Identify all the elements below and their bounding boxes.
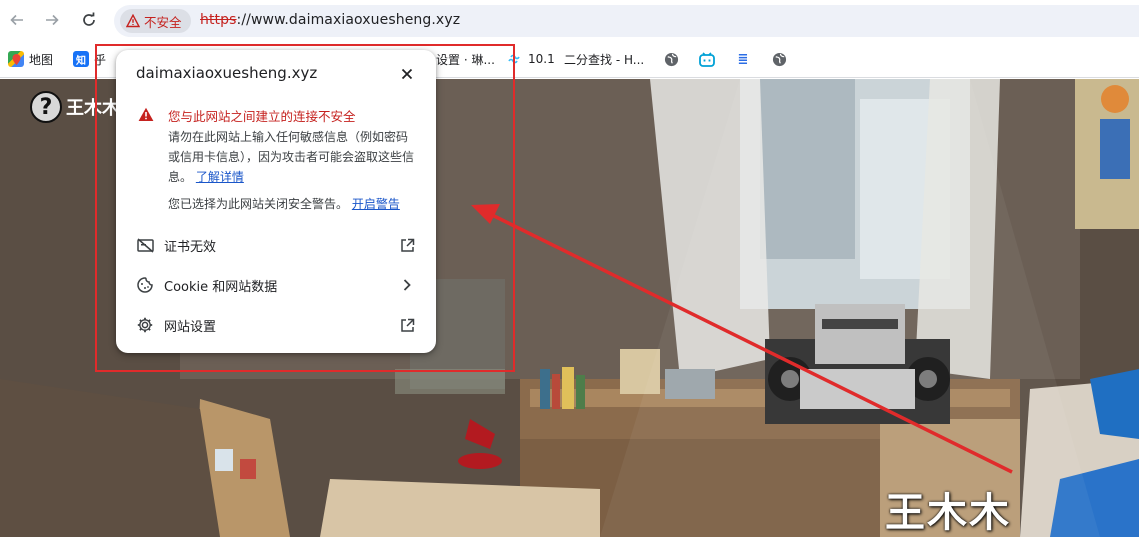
row-label: 网站设置 (164, 319, 217, 335)
warning-title: 您与此网站之间建立的连接不安全 (168, 109, 356, 124)
certificate-invalid-row[interactable]: 证书无效 (116, 225, 436, 265)
cookie-icon (136, 276, 154, 294)
site-settings-row[interactable]: 网站设置 (116, 305, 436, 345)
cookie-site-data-row[interactable]: Cookie 和网站数据 (116, 265, 436, 305)
certificate-invalid-icon (136, 236, 154, 254)
site-info-popup: daimaxiaoxuesheng.xyz 您与此网站之间建立的连接不安全 请勿… (116, 50, 436, 353)
chevron-right-icon (398, 276, 416, 294)
warning-icon (138, 107, 154, 121)
enable-warnings-link[interactable]: 开启警告 (352, 197, 400, 211)
row-label: 证书无效 (164, 239, 217, 255)
gear-icon (136, 316, 154, 334)
close-button[interactable] (397, 64, 417, 84)
open-external-icon[interactable] (398, 316, 416, 334)
warnings-disabled-notice: 您已选择为此网站关闭安全警告。 开启警告 (168, 195, 400, 212)
warnings-disabled-text: 您已选择为此网站关闭安全警告。 (168, 197, 349, 211)
close-icon (401, 68, 413, 80)
annotation-caption: 王木木 (885, 490, 1011, 536)
learn-more-link[interactable]: 了解详情 (196, 170, 244, 184)
popup-domain: daimaxiaoxuesheng.xyz (136, 64, 318, 82)
warning-body: 请勿在此网站上输入任何敏感信息（例如密码或信用卡信息），因为攻击者可能会盗取这些… (168, 127, 418, 187)
open-external-icon[interactable] (398, 236, 416, 254)
row-label: Cookie 和网站数据 (164, 279, 278, 295)
